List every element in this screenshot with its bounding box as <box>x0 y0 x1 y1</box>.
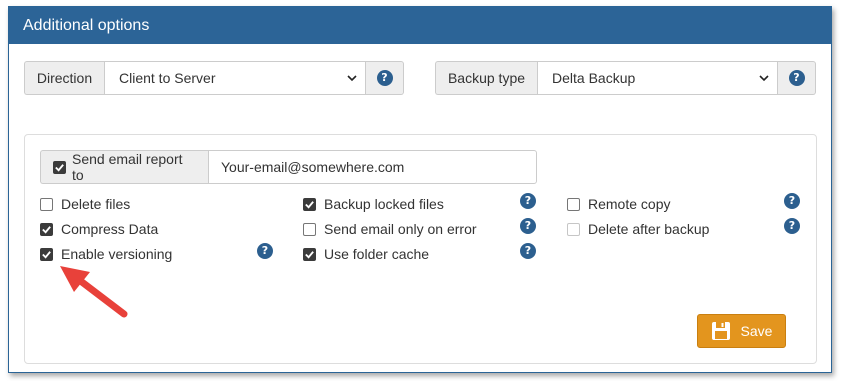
option-delete-after-backup: Delete after backup <box>567 219 709 239</box>
option-send-email-only-on-error[interactable]: Send email only on error <box>303 219 477 239</box>
option-backup-locked-files[interactable]: Backup locked files <box>303 194 444 214</box>
option-delete-files[interactable]: Delete files <box>40 194 130 214</box>
panel-title: Additional options <box>9 7 831 44</box>
backup-type-select[interactable]: Delta Backup <box>537 61 778 95</box>
help-icon: ? <box>788 70 805 86</box>
enable-versioning-checkbox[interactable] <box>40 247 53 261</box>
options-panel: Send email report to Your-email@somewher… <box>24 134 817 364</box>
delete-files-checkbox[interactable] <box>40 197 53 211</box>
remote-copy-help-icon[interactable]: ? <box>784 193 800 209</box>
backup-type-value: Delta Backup <box>552 70 636 86</box>
check-icon <box>55 163 64 172</box>
delete-after-backup-checkbox <box>567 222 580 236</box>
backup-locked-files-checkbox[interactable] <box>303 197 316 211</box>
backup-type-label: Backup type <box>435 61 537 95</box>
delete-after-backup-label: Delete after backup <box>588 221 710 237</box>
send-email-only-on-error-checkbox[interactable] <box>303 222 316 236</box>
check-icon <box>42 225 51 234</box>
floppy-disk-icon <box>711 322 730 340</box>
email-report-toggle[interactable]: Send email report to <box>40 150 208 184</box>
option-compress-data[interactable]: Compress Data <box>40 219 158 239</box>
delete-after-backup-help-icon[interactable]: ? <box>784 218 800 234</box>
email-report-label: Send email report to <box>72 151 183 183</box>
backup-locked-files-help-icon[interactable]: ? <box>520 193 536 209</box>
direction-group: Direction Client to Server ? <box>24 61 404 95</box>
enable-versioning-help-icon[interactable]: ? <box>257 243 273 259</box>
use-folder-cache-label: Use folder cache <box>324 246 430 262</box>
direction-select[interactable]: Client to Server <box>104 61 366 95</box>
option-use-folder-cache[interactable]: Use folder cache <box>303 244 429 264</box>
backup-type-group: Backup type Delta Backup ? <box>435 61 816 95</box>
check-icon <box>42 250 51 259</box>
option-remote-copy[interactable]: Remote copy <box>567 194 670 214</box>
chevron-down-icon <box>759 75 769 82</box>
backup-type-help-button[interactable]: ? <box>778 61 816 95</box>
remote-copy-label: Remote copy <box>588 196 671 212</box>
direction-value: Client to Server <box>119 70 216 86</box>
email-report-group: Send email report to Your-email@somewher… <box>40 150 537 184</box>
send-email-only-on-error-label: Send email only on error <box>324 221 477 237</box>
remote-copy-checkbox[interactable] <box>567 197 580 211</box>
use-folder-cache-help-icon[interactable]: ? <box>520 243 536 259</box>
chevron-down-icon <box>347 75 357 82</box>
check-icon <box>305 200 314 209</box>
email-input[interactable]: Your-email@somewhere.com <box>208 150 537 184</box>
enable-versioning-label: Enable versioning <box>61 246 173 262</box>
option-enable-versioning[interactable]: Enable versioning <box>40 244 172 264</box>
check-icon <box>305 250 314 259</box>
backup-locked-files-label: Backup locked files <box>324 196 444 212</box>
email-report-checkbox[interactable] <box>53 160 66 174</box>
direction-help-button[interactable]: ? <box>366 61 404 95</box>
red-arrow-annotation <box>60 266 128 318</box>
direction-label: Direction <box>24 61 104 95</box>
delete-files-label: Delete files <box>61 196 131 212</box>
save-button-label: Save <box>740 323 773 339</box>
help-icon: ? <box>376 70 393 86</box>
save-button[interactable]: Save <box>697 314 786 348</box>
compress-data-checkbox[interactable] <box>40 222 53 236</box>
compress-data-label: Compress Data <box>61 221 159 237</box>
send-email-only-on-error-help-icon[interactable]: ? <box>520 218 536 234</box>
use-folder-cache-checkbox[interactable] <box>303 247 316 261</box>
